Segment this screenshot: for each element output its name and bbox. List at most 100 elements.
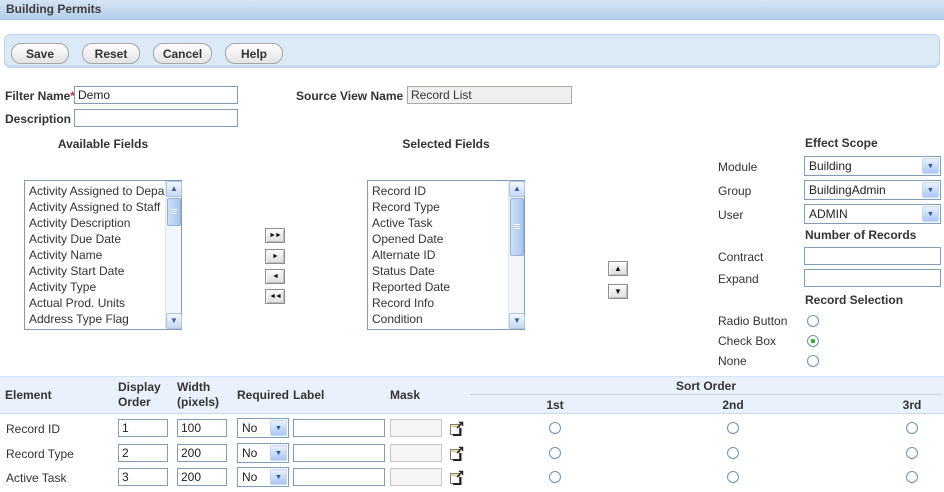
sort-order-radio-1st[interactable] <box>549 471 561 483</box>
list-item[interactable]: Activity Type <box>25 279 166 295</box>
list-item[interactable]: Record ID <box>368 183 509 199</box>
reset-button[interactable]: Reset <box>82 43 140 64</box>
effect-scope-title: Effect Scope <box>805 136 878 150</box>
required-select-value: No <box>242 470 270 484</box>
expand-label: Expand <box>718 272 759 286</box>
description-input[interactable] <box>74 109 238 127</box>
move-right-button[interactable]: ► <box>265 249 285 264</box>
chevron-down-icon: ▼ <box>922 158 939 174</box>
available-fields-title: Available Fields <box>24 137 182 151</box>
scroll-up-icon[interactable]: ▲ <box>509 181 525 197</box>
building-permits-window: Building Permits Save Reset Cancel Help … <box>0 0 944 492</box>
cancel-button[interactable]: Cancel <box>153 43 212 64</box>
label-input[interactable] <box>293 444 385 462</box>
available-fields-scrollbar[interactable]: ▲ ▼ <box>165 181 181 329</box>
mask-picker-icon[interactable] <box>450 446 464 461</box>
scroll-down-icon[interactable]: ▼ <box>509 313 525 329</box>
module-select-value: Building <box>809 159 922 173</box>
sort-order-header: Sort Order <box>470 379 942 393</box>
list-item[interactable]: Activity Name <box>25 247 166 263</box>
sort-order-radio-3rd[interactable] <box>906 447 918 459</box>
list-item[interactable]: Record Type <box>368 199 509 215</box>
list-item[interactable]: Activity Assigned to Staff <box>25 199 166 215</box>
list-item[interactable]: Activity Description <box>25 215 166 231</box>
move-up-button[interactable]: ▲ <box>608 261 628 276</box>
mask-picker-icon[interactable] <box>450 470 464 485</box>
none-option-label: None <box>718 354 747 368</box>
contract-input[interactable] <box>804 247 941 265</box>
table-row: Active Task No ▼ <box>0 466 944 490</box>
list-item[interactable]: Opened Date <box>368 231 509 247</box>
list-item[interactable]: Reported Date <box>368 279 509 295</box>
help-button[interactable]: Help <box>225 43 283 64</box>
available-fields-items: Activity Assigned to Depar Activity Assi… <box>25 183 166 327</box>
scroll-down-icon[interactable]: ▼ <box>166 313 182 329</box>
display-order-input[interactable] <box>118 419 168 437</box>
chevron-down-icon: ▼ <box>922 206 939 222</box>
display-order-input[interactable] <box>118 468 168 486</box>
display-order-header: Display Order <box>118 380 170 410</box>
user-select[interactable]: ADMIN ▼ <box>804 204 941 224</box>
element-name: Active Task <box>6 466 66 490</box>
record-selection-radio-none[interactable] <box>807 355 819 367</box>
list-item[interactable]: Status Date <box>368 263 509 279</box>
scroll-up-icon[interactable]: ▲ <box>166 181 182 197</box>
element-header: Element <box>5 388 52 402</box>
sort-order-radio-2nd[interactable] <box>727 471 739 483</box>
label-input[interactable] <box>293 468 385 486</box>
list-item[interactable]: Alternate ID <box>368 247 509 263</box>
mask-field <box>390 419 442 437</box>
list-item[interactable]: Address Type Flag <box>25 311 166 327</box>
list-item[interactable]: Actual Prod. Units <box>25 295 166 311</box>
sort-order-radio-2nd[interactable] <box>727 422 739 434</box>
description-label: Description <box>5 112 71 126</box>
record-selection-radio-radio-button[interactable] <box>807 315 819 327</box>
save-button[interactable]: Save <box>11 43 69 64</box>
scrollbar-thumb[interactable] <box>510 198 524 256</box>
list-item[interactable]: Record Info <box>368 295 509 311</box>
mask-field <box>390 444 442 462</box>
sort-2nd-header: 2nd <box>711 398 755 412</box>
required-select[interactable]: No ▼ <box>237 418 289 438</box>
chevron-down-icon: ▼ <box>270 445 287 461</box>
width-input[interactable] <box>177 419 227 437</box>
record-selection-radio-check-box[interactable] <box>807 335 819 347</box>
move-all-left-button[interactable]: ◄◄ <box>265 289 285 304</box>
sort-order-radio-1st[interactable] <box>549 447 561 459</box>
sort-order-radio-1st[interactable] <box>549 422 561 434</box>
page-title: Building Permits <box>0 0 944 20</box>
required-select[interactable]: No ▼ <box>237 467 289 487</box>
list-item[interactable]: Active Task <box>368 215 509 231</box>
scrollbar-thumb[interactable] <box>167 198 181 226</box>
move-left-button[interactable]: ◄ <box>265 269 285 284</box>
move-down-button[interactable]: ▼ <box>608 284 628 299</box>
list-item[interactable]: Activity Assigned to Depar <box>25 183 166 199</box>
required-select[interactable]: No ▼ <box>237 443 289 463</box>
sort-order-radio-2nd[interactable] <box>727 447 739 459</box>
list-item[interactable]: Condition <box>368 311 509 327</box>
selected-fields-items: Record ID Record Type Active Task Opened… <box>368 183 509 327</box>
selected-fields-listbox[interactable]: Record ID Record Type Active Task Opened… <box>367 180 525 330</box>
expand-input[interactable] <box>804 269 941 287</box>
module-label: Module <box>718 160 757 174</box>
module-select[interactable]: Building ▼ <box>804 156 941 176</box>
display-order-input[interactable] <box>118 444 168 462</box>
move-all-right-button[interactable]: ►► <box>265 228 285 243</box>
available-fields-listbox[interactable]: Activity Assigned to Depar Activity Assi… <box>24 180 182 330</box>
width-input[interactable] <box>177 444 227 462</box>
list-item[interactable]: Activity Start Date <box>25 263 166 279</box>
label-input[interactable] <box>293 419 385 437</box>
chevron-down-icon: ▼ <box>922 182 939 198</box>
sort-order-radio-3rd[interactable] <box>906 422 918 434</box>
filter-name-input[interactable] <box>74 86 238 104</box>
sort-order-radio-3rd[interactable] <box>906 471 918 483</box>
list-item[interactable]: Activity Due Date <box>25 231 166 247</box>
source-view-name-label: Source View Name <box>296 89 403 103</box>
filter-name-label-text: Filter Name <box>5 89 70 103</box>
group-select[interactable]: BuildingAdmin ▼ <box>804 180 941 200</box>
group-label: Group <box>718 184 751 198</box>
width-input[interactable] <box>177 468 227 486</box>
selected-fields-scrollbar[interactable]: ▲ ▼ <box>508 181 524 329</box>
mask-picker-icon[interactable] <box>450 421 464 436</box>
source-view-name-field <box>407 86 572 104</box>
